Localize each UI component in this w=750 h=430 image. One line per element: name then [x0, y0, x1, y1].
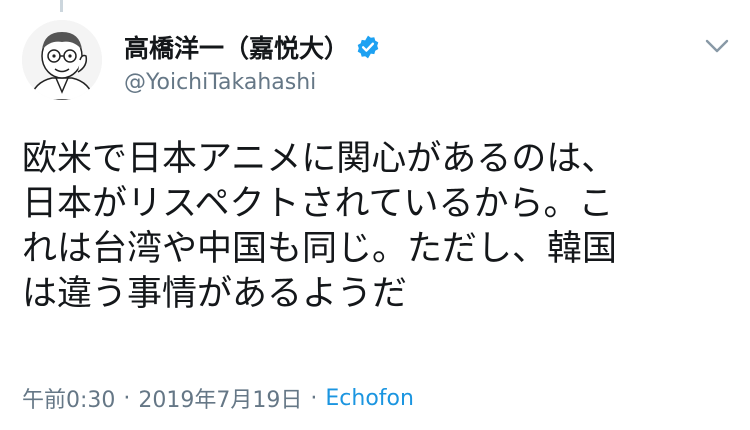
- meta-separator: ·: [310, 385, 318, 411]
- author-handle[interactable]: @YoichiTakahashi: [124, 70, 316, 95]
- author-name-row: 高橋洋一（嘉悦大）: [124, 30, 381, 64]
- tweet-date[interactable]: 2019年7月19日: [138, 382, 302, 414]
- tweet-text-line: 欧米で日本アニメに関心があるのは、: [22, 139, 617, 179]
- tweet-text-line: れは台湾や中国も同じ。ただし、韓国: [22, 229, 618, 269]
- thread-connector: [60, 0, 63, 12]
- author-display-name[interactable]: 高橋洋一（嘉悦大）: [124, 29, 349, 65]
- tweet-source-link[interactable]: Echofon: [325, 386, 414, 411]
- tweet-text: 欧米で日本アニメに関心があるのは、 日本がリスペクトされているから。こ れは台湾…: [22, 137, 737, 317]
- meta-separator: ·: [123, 385, 131, 411]
- tweet-text-line: は違う事情があるようだ: [22, 274, 408, 314]
- tweet-text-line: 日本がリスペクトされているから。こ: [22, 184, 614, 224]
- verified-badge-icon: [355, 34, 381, 60]
- caricature-avatar-image: [22, 20, 102, 100]
- tweet-time[interactable]: 午前0:30: [22, 382, 115, 414]
- chevron-down-icon[interactable]: [703, 36, 731, 56]
- tweet-metadata: 午前0:30 · 2019年7月19日 · Echofon: [22, 382, 414, 414]
- avatar[interactable]: [22, 20, 102, 100]
